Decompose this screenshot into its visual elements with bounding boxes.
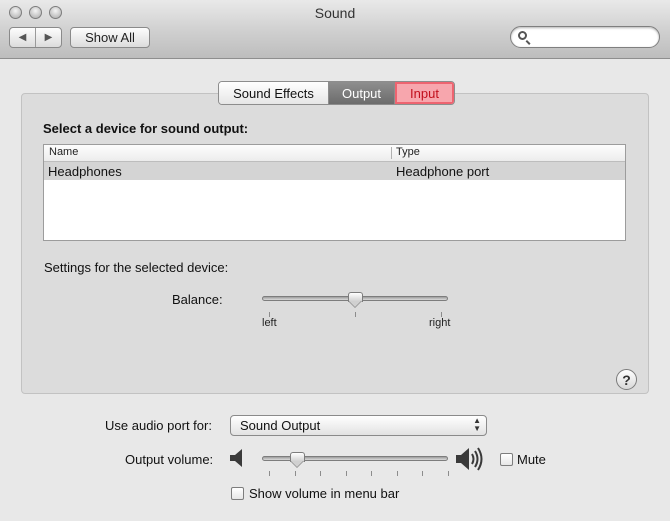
table-row[interactable]: Headphones Headphone port [44, 162, 625, 180]
output-volume-slider-knob[interactable] [290, 452, 306, 469]
search-input[interactable] [533, 29, 655, 47]
help-button[interactable]: ? [616, 369, 637, 390]
tab-content-panel [21, 93, 649, 394]
device-type-cell: Headphone port [396, 164, 490, 179]
window-title: Sound [314, 5, 356, 21]
balance-slider-knob[interactable] [347, 292, 363, 309]
volume-tick [294, 471, 296, 476]
volume-tick [396, 471, 398, 476]
audio-port-popup[interactable]: Sound Output ▲ ▼ [230, 415, 487, 436]
search-field[interactable] [510, 26, 660, 48]
balance-tick-center [355, 312, 356, 317]
show-volume-label[interactable]: Show volume in menu bar [249, 486, 399, 501]
forward-button[interactable]: ▶ [35, 28, 61, 47]
show-all-button[interactable]: Show All [70, 27, 150, 48]
device-name-cell: Headphones [48, 164, 122, 179]
volume-tick [269, 471, 270, 476]
balance-label: Balance: [172, 292, 223, 307]
title-bar: Sound ◀ ▶ Show All [0, 0, 670, 59]
mute-checkbox[interactable] [500, 453, 513, 466]
column-divider [391, 147, 392, 159]
search-icon [518, 31, 527, 40]
sound-preferences-window: Sound ◀ ▶ Show All Sound Effects Output … [0, 0, 670, 521]
forward-arrow-icon: ▶ [44, 32, 53, 43]
volume-tick [422, 471, 423, 476]
device-settings-label: Settings for the selected device: [44, 260, 229, 275]
tab-bar: Sound Effects Output Input [218, 81, 455, 105]
tab-sound-effects[interactable]: Sound Effects [219, 82, 328, 104]
table-header: Name Type [44, 145, 625, 162]
column-header-name[interactable]: Name [49, 146, 78, 158]
output-volume-label: Output volume: [125, 452, 214, 467]
output-section-title: Select a device for sound output: [43, 121, 249, 136]
back-arrow-icon: ◀ [18, 32, 27, 43]
volume-tick [320, 471, 321, 476]
mute-label[interactable]: Mute [517, 452, 546, 467]
balance-right-label: right [429, 317, 451, 329]
output-device-table[interactable]: Name Type Headphones Headphone port [43, 144, 626, 241]
column-header-type[interactable]: Type [396, 146, 420, 158]
volume-tick [371, 471, 372, 476]
speaker-high-icon [456, 447, 483, 471]
back-button[interactable]: ◀ [10, 28, 35, 47]
balance-left-label: left [262, 317, 277, 329]
volume-tick [447, 471, 449, 476]
audio-port-value: Sound Output [240, 418, 321, 433]
back-forward-group: ◀ ▶ [9, 27, 62, 48]
volume-tick [345, 471, 347, 476]
tab-output[interactable]: Output [328, 82, 394, 104]
speaker-low-icon [230, 449, 242, 467]
popup-arrows-icon: ▲ ▼ [473, 416, 481, 433]
tab-input[interactable]: Input [394, 82, 454, 104]
audio-port-label: Use audio port for: [105, 418, 212, 433]
show-volume-checkbox[interactable] [231, 487, 244, 500]
